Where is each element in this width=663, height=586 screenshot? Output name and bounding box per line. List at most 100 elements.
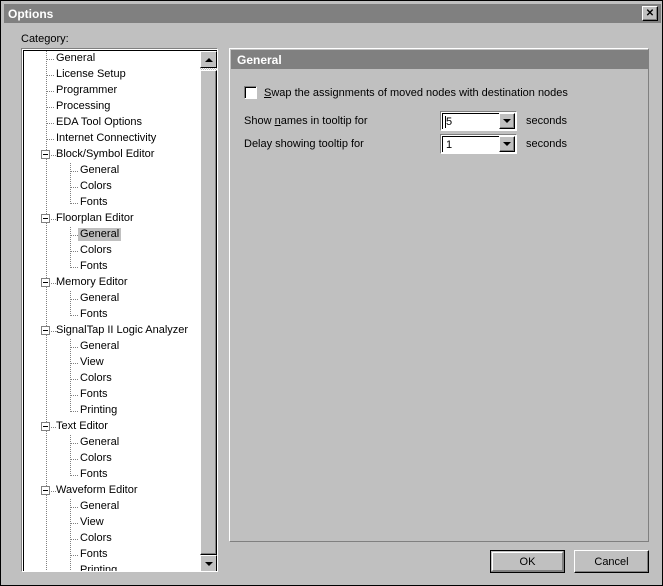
delay-tooltip-unit: seconds bbox=[526, 138, 567, 150]
tree-item-label: Colors bbox=[78, 244, 114, 257]
tree-item-label: Colors bbox=[78, 180, 114, 193]
tree-expander-collapse-icon[interactable] bbox=[41, 278, 50, 287]
tree-item[interactable]: Fonts bbox=[24, 387, 200, 403]
chevron-down-icon[interactable] bbox=[499, 136, 515, 152]
tree-item[interactable]: General bbox=[24, 339, 200, 355]
tree-expander-collapse-icon[interactable] bbox=[41, 214, 50, 223]
tree-item[interactable]: SignalTap II Logic Analyzer bbox=[24, 323, 200, 339]
tree-item[interactable]: Fonts bbox=[24, 195, 200, 211]
options-dialog: Options ✕ Category: General License Setup… bbox=[0, 0, 663, 586]
tree-item[interactable]: Waveform Editor bbox=[24, 483, 200, 499]
tree-item-label: Fonts bbox=[78, 468, 110, 481]
ok-button[interactable]: OK bbox=[490, 550, 565, 573]
tree-subtrunk-line bbox=[70, 403, 71, 412]
tree-expander-collapse-icon[interactable] bbox=[41, 422, 50, 431]
tree-item[interactable]: License Setup bbox=[24, 67, 200, 83]
tree-item[interactable]: Fonts bbox=[24, 307, 200, 323]
tree-item[interactable]: Printing bbox=[24, 563, 200, 571]
tree-item[interactable]: Fonts bbox=[24, 467, 200, 483]
tree-subtrunk-line bbox=[70, 339, 71, 355]
tree-item[interactable]: View bbox=[24, 355, 200, 371]
chevron-down-icon[interactable] bbox=[499, 113, 515, 129]
tree-subtrunk-line bbox=[70, 227, 71, 243]
tree-subtrunk-line bbox=[70, 499, 71, 515]
show-names-tooltip-label: Show names in tooltip for bbox=[244, 115, 440, 127]
tree-subtrunk-line bbox=[70, 355, 71, 371]
tree-item-label: EDA Tool Options bbox=[54, 116, 144, 129]
tree-item[interactable]: General bbox=[24, 51, 200, 67]
panel-header-title: General bbox=[231, 53, 282, 67]
tree-item-label: Colors bbox=[78, 532, 114, 545]
tree-item[interactable]: Colors bbox=[24, 243, 200, 259]
tree-item[interactable]: Internet Connectivity bbox=[24, 131, 200, 147]
tree-item-label: Waveform Editor bbox=[54, 484, 140, 497]
tree-expander-collapse-icon[interactable] bbox=[41, 486, 50, 495]
tree-item-label: Floorplan Editor bbox=[54, 212, 136, 225]
tree-item-label: Colors bbox=[78, 372, 114, 385]
category-label: Category: bbox=[21, 33, 69, 45]
cancel-button[interactable]: Cancel bbox=[574, 550, 649, 573]
category-tree[interactable]: General License SetupProgrammer Processing… bbox=[24, 51, 200, 571]
ok-button-label: OK bbox=[520, 556, 536, 568]
cancel-button-label: Cancel bbox=[594, 556, 628, 568]
window-title: Options bbox=[4, 7, 53, 21]
tree-subtrunk-line bbox=[70, 307, 71, 316]
category-tree-inner: General License SetupProgrammer Processing… bbox=[23, 50, 217, 571]
tree-subtrunk-line bbox=[70, 387, 71, 403]
tree-expander-collapse-icon[interactable] bbox=[41, 150, 50, 159]
tree-subtrunk-line bbox=[70, 291, 71, 307]
tree-item[interactable]: Fonts bbox=[24, 547, 200, 563]
scroll-up-arrow-icon[interactable] bbox=[200, 51, 217, 68]
tree-item[interactable]: General bbox=[24, 227, 200, 243]
tree-item[interactable]: Processing bbox=[24, 99, 200, 115]
tree-item-label: General bbox=[78, 500, 121, 513]
scroll-down-arrow-icon[interactable] bbox=[200, 555, 217, 571]
tree-subtrunk-line bbox=[70, 515, 71, 531]
tree-item[interactable]: View bbox=[24, 515, 200, 531]
tree-item[interactable]: Text Editor bbox=[24, 419, 200, 435]
tree-item[interactable]: General bbox=[24, 499, 200, 515]
tree-item-label: Fonts bbox=[78, 196, 110, 209]
tree-item-label: General bbox=[54, 52, 97, 65]
tree-item-label: General bbox=[78, 436, 121, 449]
tree-item-label: Programmer bbox=[54, 84, 119, 97]
tree-item[interactable]: Programmer bbox=[24, 83, 200, 99]
show-names-tooltip-unit: seconds bbox=[526, 115, 567, 127]
tree-item[interactable]: Colors bbox=[24, 451, 200, 467]
tree-subtrunk-line bbox=[70, 531, 71, 547]
tree-item[interactable]: Floorplan Editor bbox=[24, 211, 200, 227]
tree-item-label: Fonts bbox=[78, 260, 110, 273]
tree-subtrunk-line bbox=[70, 563, 71, 571]
tree-item[interactable]: Printing bbox=[24, 403, 200, 419]
tree-item[interactable]: Block/Symbol Editor bbox=[24, 147, 200, 163]
tree-item[interactable]: Colors bbox=[24, 179, 200, 195]
tree-subtrunk-line bbox=[70, 467, 71, 476]
tree-expander-collapse-icon[interactable] bbox=[41, 326, 50, 335]
show-names-tooltip-value: 5 bbox=[446, 116, 452, 129]
tree-subtrunk-line bbox=[70, 163, 71, 179]
tree-item[interactable]: General bbox=[24, 163, 200, 179]
tree-item-label: Colors bbox=[78, 452, 114, 465]
close-icon: ✕ bbox=[646, 9, 654, 19]
scrollbar-thumb[interactable] bbox=[200, 70, 217, 555]
swap-assignments-checkbox-row[interactable]: Swap the assignments of moved nodes with… bbox=[244, 86, 568, 99]
tree-item[interactable]: EDA Tool Options bbox=[24, 115, 200, 131]
tree-item-label: Internet Connectivity bbox=[54, 132, 158, 145]
delay-tooltip-combo[interactable]: 1 bbox=[440, 134, 517, 154]
close-button[interactable]: ✕ bbox=[642, 6, 658, 21]
swap-assignments-checkbox[interactable] bbox=[244, 86, 257, 99]
tree-item[interactable]: Memory Editor bbox=[24, 275, 200, 291]
tree-item[interactable]: Colors bbox=[24, 531, 200, 547]
tree-item-label: Printing bbox=[78, 404, 119, 417]
tree-subtrunk-line bbox=[70, 371, 71, 387]
tree-item[interactable]: General bbox=[24, 435, 200, 451]
delay-tooltip-value: 1 bbox=[446, 139, 452, 152]
show-names-tooltip-combo[interactable]: 5 bbox=[440, 111, 517, 131]
category-tree-scrollbar[interactable] bbox=[200, 51, 217, 571]
tree-item-label: SignalTap II Logic Analyzer bbox=[54, 324, 190, 337]
tree-subtrunk-line bbox=[70, 547, 71, 563]
tree-item[interactable]: Fonts bbox=[24, 259, 200, 275]
ok-button-face: OK bbox=[492, 552, 563, 571]
tree-item[interactable]: Colors bbox=[24, 371, 200, 387]
tree-item[interactable]: General bbox=[24, 291, 200, 307]
